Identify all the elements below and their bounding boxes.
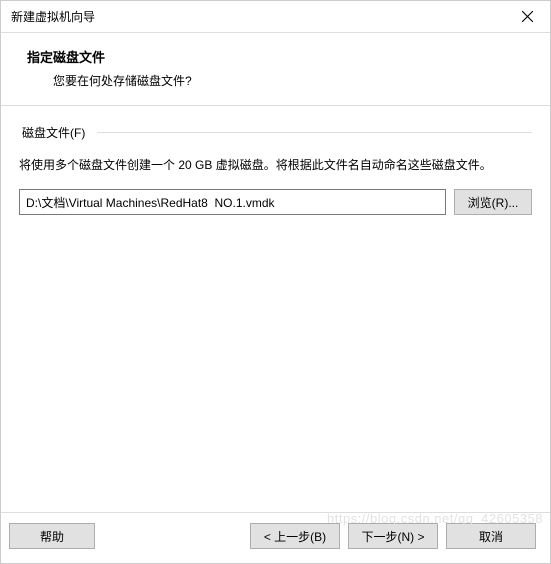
- group-divider: [97, 132, 532, 133]
- back-button[interactable]: < 上一步(B): [250, 523, 340, 549]
- group-label: 磁盘文件(F): [19, 124, 88, 141]
- wizard-header: 指定磁盘文件 您要在何处存储磁盘文件?: [1, 33, 550, 106]
- header-title: 指定磁盘文件: [27, 47, 540, 66]
- browse-button[interactable]: 浏览(R)...: [454, 189, 532, 215]
- next-button[interactable]: 下一步(N) >: [348, 523, 438, 549]
- group-description: 将使用多个磁盘文件创建一个 20 GB 虚拟磁盘。将根据此文件名自动命名这些磁盘…: [19, 155, 532, 175]
- group-header: 磁盘文件(F): [19, 124, 532, 141]
- titlebar: 新建虚拟机向导: [1, 1, 550, 33]
- footer: 帮助 < 上一步(B) 下一步(N) > 取消: [1, 512, 550, 563]
- close-icon: [522, 11, 533, 22]
- disk-path-input[interactable]: [19, 189, 446, 215]
- content-area: 磁盘文件(F) 将使用多个磁盘文件创建一个 20 GB 虚拟磁盘。将根据此文件名…: [1, 106, 550, 512]
- help-button[interactable]: 帮助: [9, 523, 95, 549]
- window-title: 新建虚拟机向导: [11, 8, 95, 25]
- header-subtitle: 您要在何处存储磁盘文件?: [27, 72, 540, 89]
- path-row: 浏览(R)...: [19, 189, 532, 215]
- cancel-button[interactable]: 取消: [446, 523, 536, 549]
- close-button[interactable]: [504, 1, 550, 33]
